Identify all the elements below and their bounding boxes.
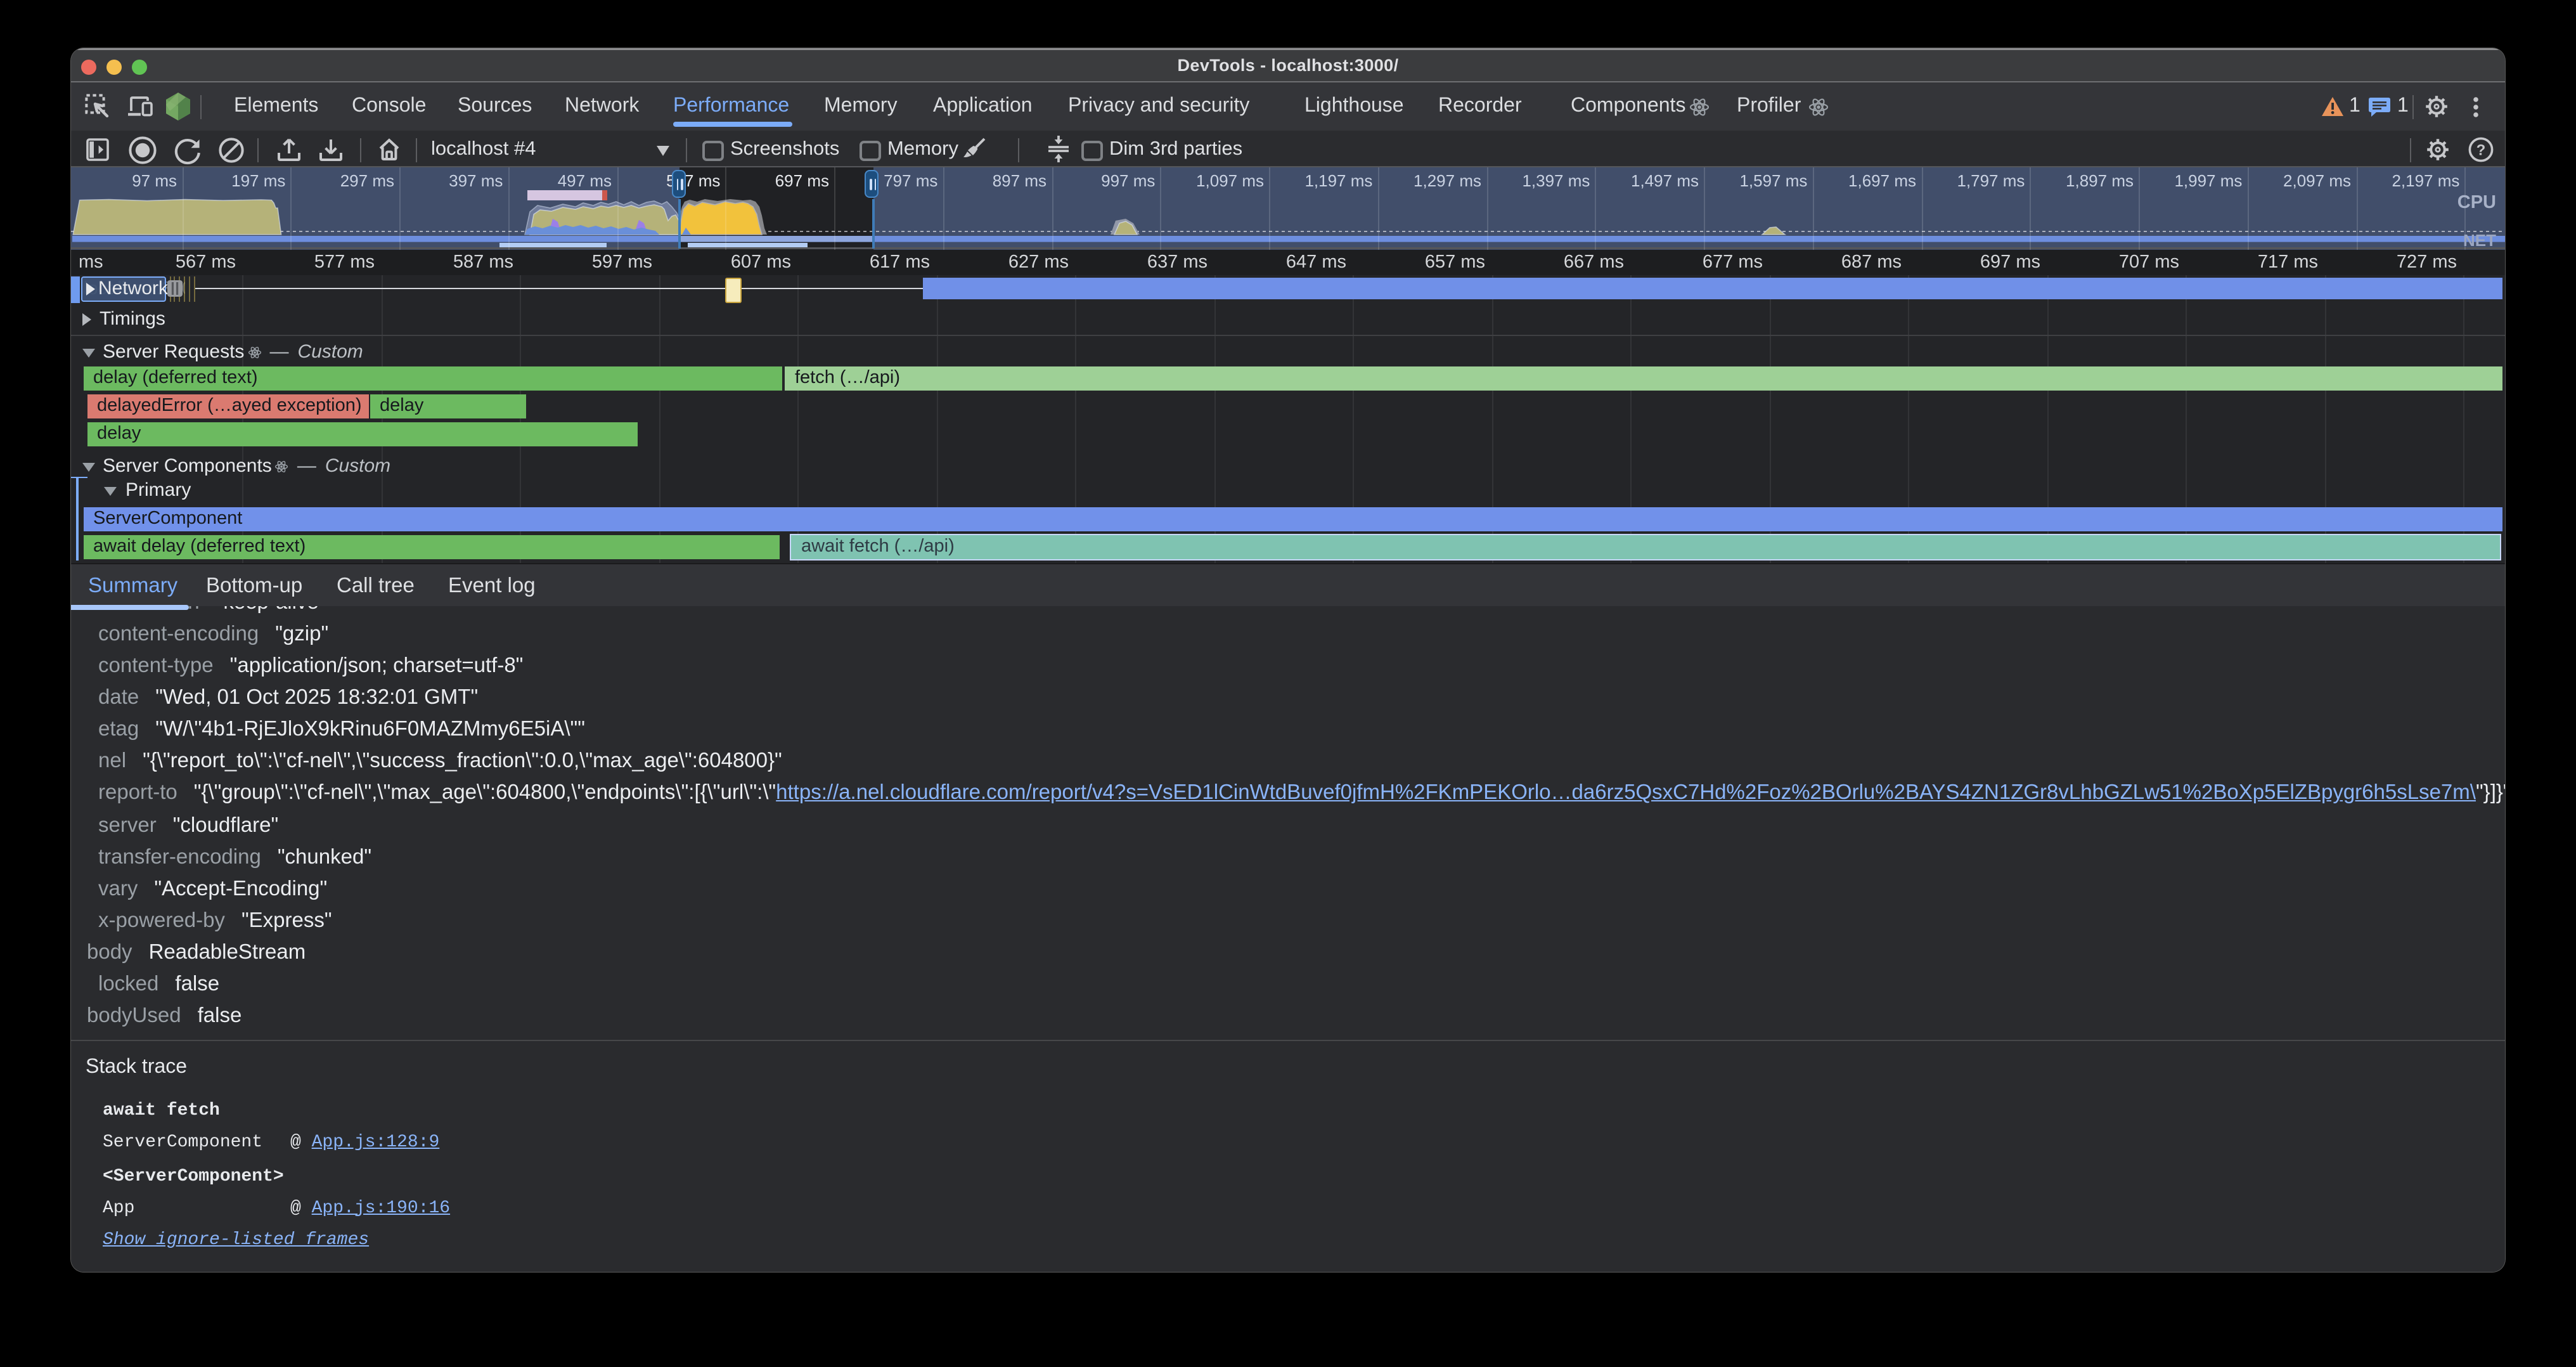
svg-text:?: ? — [2476, 141, 2486, 158]
